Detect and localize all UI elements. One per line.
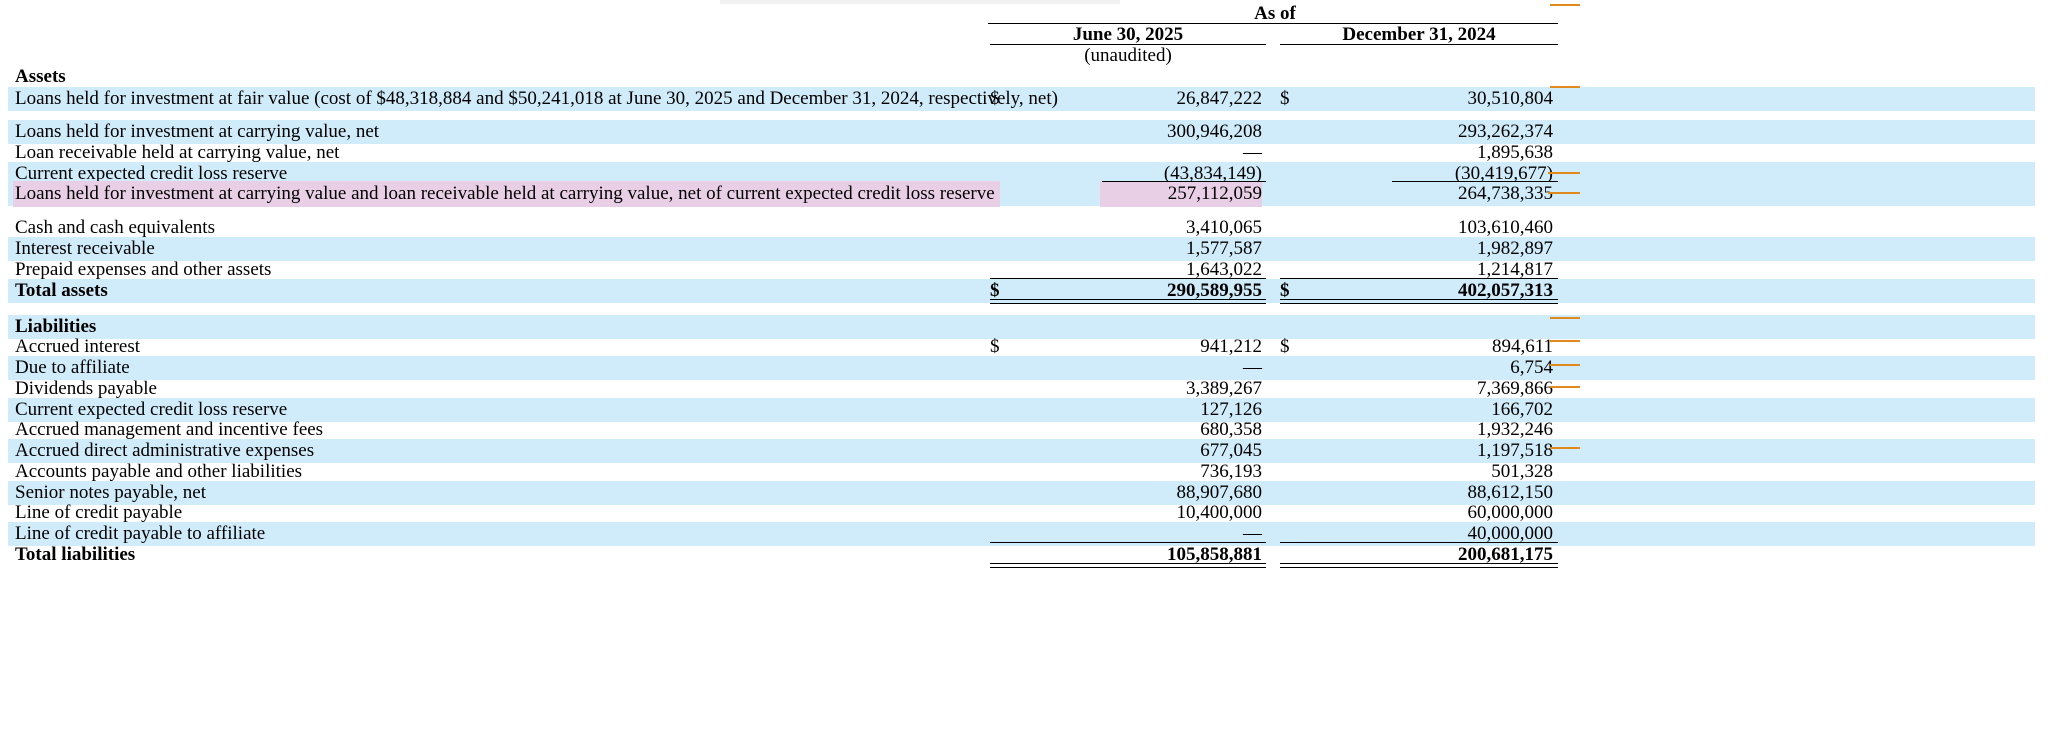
as-of-header: As of — [1254, 3, 1296, 24]
side-marker — [1550, 86, 1580, 88]
total-rule-top — [1280, 542, 1558, 543]
col1-value: 26,847,222 — [1176, 88, 1263, 109]
top-artifact — [720, 0, 1120, 4]
col1-date-header: June 30, 2025 — [1072, 24, 1184, 45]
total-double-rule — [990, 299, 1266, 304]
col2-value: 264,738,335 — [1458, 183, 1553, 204]
row-label: Loans held for investment at carrying va… — [13, 181, 1000, 207]
total-rule-top — [990, 278, 1266, 279]
total-double-rule — [1280, 563, 1558, 568]
side-marker — [1550, 4, 1580, 6]
subtotal-rule — [1102, 181, 1266, 182]
side-marker — [1550, 364, 1580, 366]
total-double-rule — [990, 563, 1266, 568]
side-marker — [1548, 192, 1580, 194]
table-row: Loans held for investment at fair value … — [0, 86, 2048, 112]
col1-dollar-sign: $ — [990, 88, 1000, 109]
side-marker — [1550, 340, 1580, 342]
side-marker — [1550, 386, 1580, 388]
subtotal-rule — [1392, 181, 1558, 182]
col2-value: 30,510,804 — [1467, 88, 1554, 109]
side-marker — [1548, 172, 1580, 174]
table-row: Loans held for investment at carrying va… — [0, 181, 2048, 207]
total-double-rule — [1280, 299, 1558, 304]
total-rule-top — [1280, 278, 1558, 279]
total-rule-top — [990, 542, 1266, 543]
col2-header-rule — [1280, 44, 1558, 45]
row-label: Total liabilities — [15, 544, 136, 565]
col1-value: 257,112,059 — [1100, 181, 1262, 207]
row-label: Loans held for investment at fair value … — [15, 88, 1058, 109]
row-label: Total assets — [15, 280, 108, 301]
col2-dollar-sign: $ — [1280, 88, 1290, 109]
side-marker — [1550, 317, 1580, 319]
col2-date-header: December 31, 2024 — [1342, 24, 1496, 45]
side-marker — [1550, 447, 1580, 449]
